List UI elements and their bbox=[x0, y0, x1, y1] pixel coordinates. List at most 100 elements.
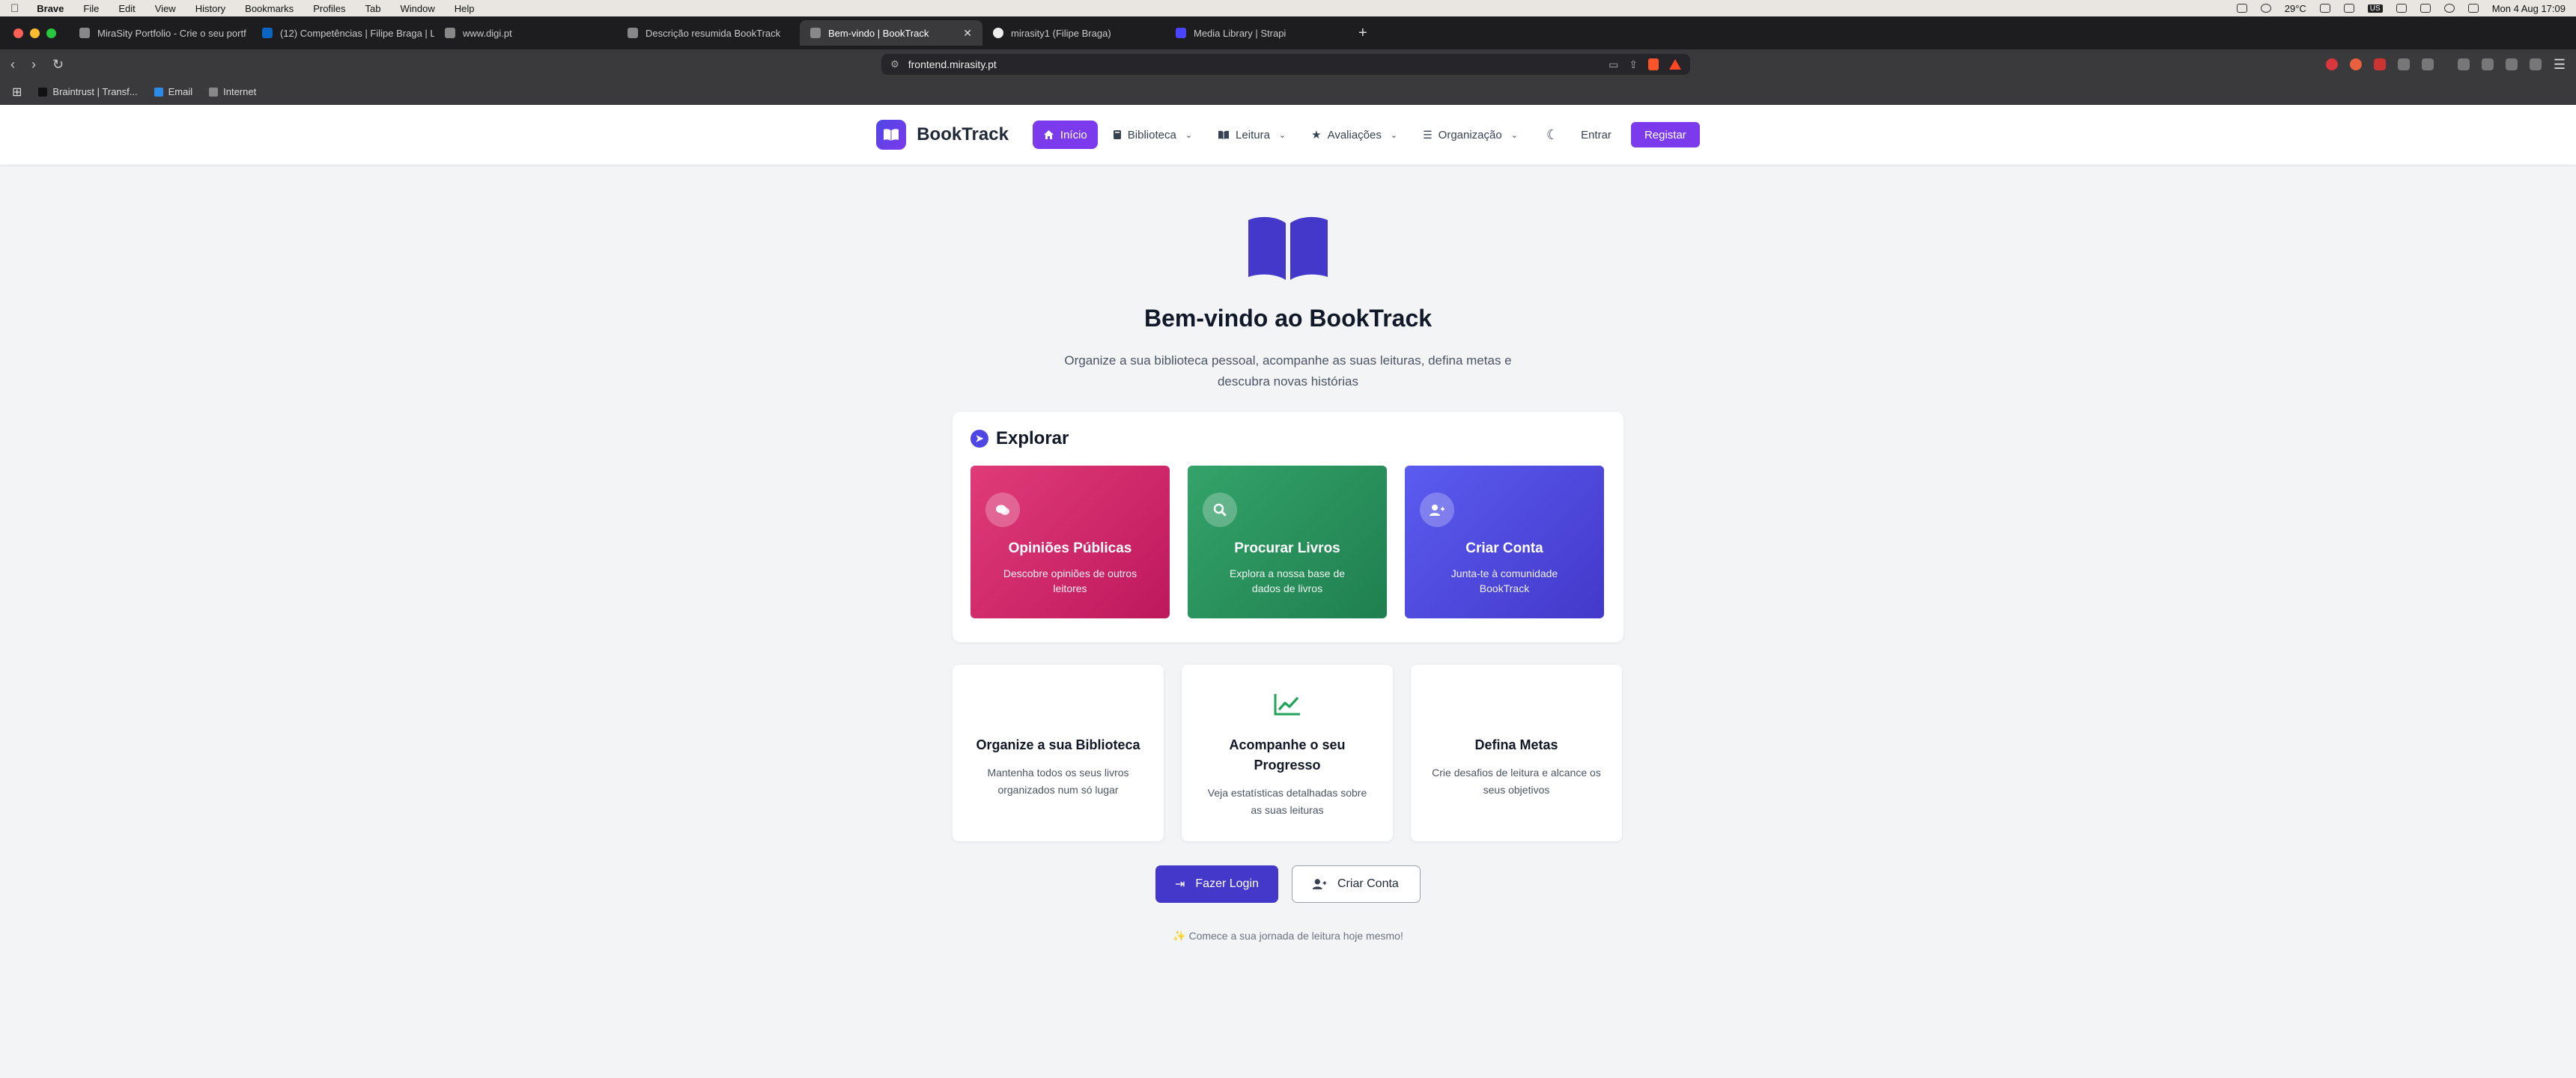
nav-item-inicio[interactable]: Início bbox=[1032, 121, 1098, 149]
close-window-button[interactable] bbox=[13, 28, 23, 38]
feature-card-progress: Acompanhe o seu Progresso Veja estatísti… bbox=[1182, 665, 1393, 841]
menu-edit[interactable]: Edit bbox=[118, 3, 135, 14]
bookmark-folder[interactable]: Internet bbox=[209, 86, 256, 97]
web-page: BookTrack Início Biblioteca ⌄ Leitura ⌄ … bbox=[0, 105, 2576, 1078]
keyboard-layout[interactable]: US bbox=[2367, 4, 2383, 13]
weather-readout[interactable]: 29°C bbox=[2285, 3, 2306, 14]
nav-item-organizacao[interactable]: ☰ Organização ⌄ bbox=[1412, 121, 1528, 149]
brand[interactable]: BookTrack bbox=[876, 120, 1009, 150]
strapi-icon bbox=[1176, 28, 1186, 38]
star-icon: ★ bbox=[1311, 129, 1322, 141]
site-navbar: BookTrack Início Biblioteca ⌄ Leitura ⌄ … bbox=[0, 105, 2576, 165]
menu-status-area: 29°C US Mon 4 Aug 17:09 bbox=[2236, 3, 2566, 14]
nav-item-avaliacoes[interactable]: ★ Avaliações ⌄ bbox=[1301, 121, 1408, 149]
menu-window[interactable]: Window bbox=[401, 3, 435, 14]
cast-icon[interactable]: ▭ bbox=[1609, 58, 1618, 71]
bell-icon[interactable] bbox=[2319, 4, 2330, 13]
reload-icon[interactable]: ↻ bbox=[52, 57, 64, 73]
tagline: ✨ Comece a sua jornada de leitura hoje m… bbox=[1173, 930, 1403, 942]
extension-icon[interactable] bbox=[2325, 58, 2338, 70]
battery-icon[interactable] bbox=[2396, 4, 2407, 13]
card-search-books[interactable]: Procurar Livros Explora a nossa base de … bbox=[1188, 466, 1387, 618]
list-icon: ☰ bbox=[1423, 128, 1433, 141]
browser-tab[interactable]: Descrição resumida BookTrack bbox=[617, 20, 800, 46]
brand-name: BookTrack bbox=[917, 124, 1009, 144]
browser-tab[interactable]: MiraSity Portfolio - Crie o seu portf bbox=[69, 20, 252, 46]
forward-icon[interactable]: › bbox=[31, 57, 36, 73]
register-button[interactable]: Registar bbox=[1630, 122, 1700, 147]
address-bar[interactable]: ⚙ frontend.mirasity.pt ▭ ⇪ bbox=[881, 54, 1691, 75]
feature-icon-placeholder bbox=[1411, 689, 1622, 720]
window-controls bbox=[0, 28, 69, 38]
nav-item-leitura[interactable]: Leitura ⌄ bbox=[1207, 121, 1296, 149]
maximize-window-button[interactable] bbox=[46, 28, 56, 38]
menu-bookmarks[interactable]: Bookmarks bbox=[245, 3, 294, 14]
github-icon bbox=[993, 28, 1003, 38]
extensions-area: ☰ bbox=[2325, 57, 2566, 73]
tab-title: www.digi.pt bbox=[463, 27, 512, 39]
site-settings-icon[interactable]: ⚙ bbox=[890, 58, 899, 70]
wifi-icon[interactable] bbox=[2419, 4, 2431, 13]
browser-tab[interactable]: Media Library | Strapi bbox=[1165, 20, 1348, 46]
menu-app-name[interactable]: Brave bbox=[37, 3, 64, 14]
leo-icon[interactable] bbox=[2505, 58, 2518, 70]
dark-mode-toggle-icon[interactable]: ☾ bbox=[1546, 127, 1558, 143]
search-icon[interactable] bbox=[2443, 4, 2455, 13]
feature-card-library: Organize a sua Biblioteca Mantenha todos… bbox=[953, 665, 1164, 841]
feature-title: Organize a sua Biblioteca bbox=[976, 737, 1140, 752]
menu-profiles[interactable]: Profiles bbox=[313, 3, 345, 14]
bookmark-item[interactable]: Email bbox=[154, 86, 192, 97]
login-link[interactable]: Entrar bbox=[1581, 129, 1611, 141]
browser-tab[interactable]: (12) Competências | Filipe Braga | L bbox=[252, 20, 434, 46]
apps-grid-icon[interactable]: ⊞ bbox=[12, 85, 22, 100]
nav-item-biblioteca[interactable]: Biblioteca ⌄ bbox=[1102, 121, 1203, 149]
url-text[interactable]: frontend.mirasity.pt bbox=[908, 58, 997, 70]
sidebar-icon[interactable] bbox=[2457, 58, 2470, 70]
page-subtitle: Organize a sua biblioteca pessoal, acomp… bbox=[1064, 353, 1512, 389]
clock-icon[interactable] bbox=[2260, 4, 2271, 13]
menu-icon[interactable]: ☰ bbox=[2554, 57, 2566, 73]
vpn-icon[interactable] bbox=[2529, 58, 2542, 70]
create-account-button[interactable]: Criar Conta bbox=[1292, 865, 1421, 903]
back-icon[interactable]: ‹ bbox=[10, 57, 15, 73]
cta-buttons: ⇥ Fazer Login Criar Conta bbox=[0, 865, 2576, 903]
feature-description: Veja estatísticas detalhadas sobre as su… bbox=[1207, 787, 1367, 816]
brave-shields-icon[interactable] bbox=[1648, 58, 1659, 70]
clock-readout[interactable]: Mon 4 Aug 17:09 bbox=[2492, 3, 2566, 14]
new-tab-button[interactable]: + bbox=[1348, 25, 1378, 42]
tab-title: Media Library | Strapi bbox=[1194, 27, 1287, 39]
minimize-window-button[interactable] bbox=[30, 28, 40, 38]
tab-favicon-icon bbox=[79, 28, 90, 38]
card-public-reviews[interactable]: Opiniões Públicas Descobre opiniões de o… bbox=[970, 466, 1170, 618]
browser-tab-active[interactable]: Bem-vindo | BookTrack ✕ bbox=[800, 20, 982, 46]
menu-file[interactable]: File bbox=[83, 3, 99, 14]
tab-search-icon[interactable] bbox=[2481, 58, 2494, 70]
card-title: Procurar Livros bbox=[1234, 540, 1340, 556]
chart-line-icon bbox=[1182, 689, 1393, 720]
chevron-down-icon: ⌄ bbox=[1278, 130, 1287, 140]
apple-icon[interactable]:  bbox=[10, 2, 19, 15]
extension-icon[interactable] bbox=[2373, 58, 2386, 70]
page-title: Bem-vindo ao BookTrack bbox=[1143, 305, 1433, 332]
explore-panel: ➤ Explorar Opiniões Públicas Descobre op… bbox=[953, 412, 1623, 642]
control-center-icon[interactable] bbox=[2467, 4, 2479, 13]
extensions-puzzle-icon[interactable] bbox=[2397, 58, 2410, 70]
menu-history[interactable]: History bbox=[195, 3, 225, 14]
login-button[interactable]: ⇥ Fazer Login bbox=[1155, 865, 1278, 903]
menu-tab[interactable]: Tab bbox=[365, 3, 381, 14]
status-icon[interactable] bbox=[2343, 4, 2354, 13]
wallet-icon[interactable] bbox=[2421, 58, 2434, 70]
menu-view[interactable]: View bbox=[155, 3, 176, 14]
menu-help[interactable]: Help bbox=[455, 3, 475, 14]
card-create-account[interactable]: Criar Conta Junta-te à comunidade BookTr… bbox=[1405, 466, 1604, 618]
brave-rewards-icon[interactable] bbox=[1669, 59, 1682, 70]
tab-title: (12) Competências | Filipe Braga | L bbox=[280, 27, 434, 39]
browser-tab[interactable]: mirasity1 (Filipe Braga) bbox=[982, 20, 1165, 46]
close-tab-icon[interactable]: ✕ bbox=[963, 27, 972, 40]
status-app-icon[interactable] bbox=[2236, 4, 2247, 13]
explore-header: ➤ Explorar bbox=[970, 428, 1606, 449]
bookmark-item[interactable]: Braintrust | Transf... bbox=[38, 86, 138, 97]
browser-tab[interactable]: www.digi.pt bbox=[434, 20, 617, 46]
share-icon[interactable]: ⇪ bbox=[1629, 58, 1638, 71]
extension-icon[interactable] bbox=[2349, 58, 2362, 70]
